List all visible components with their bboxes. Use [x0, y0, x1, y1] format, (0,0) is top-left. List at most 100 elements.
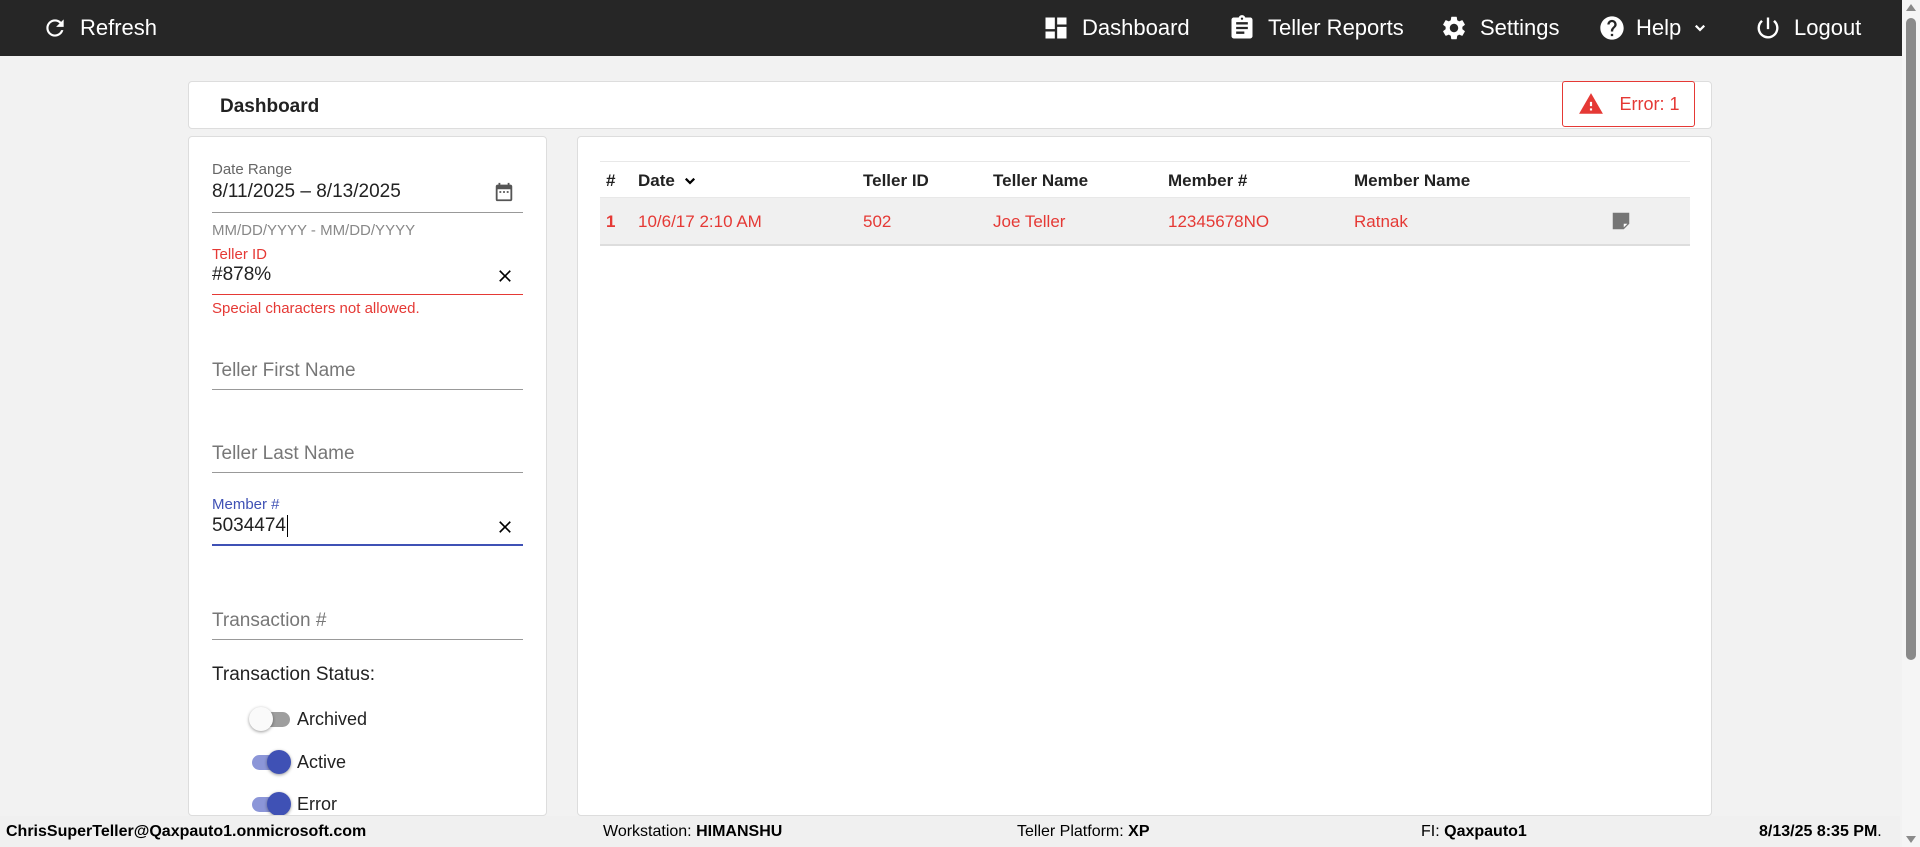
- nav-logout[interactable]: Logout: [1754, 0, 1861, 56]
- error-toggle[interactable]: [249, 792, 291, 815]
- note-icon[interactable]: [1610, 210, 1632, 232]
- row-date: 10/6/17 2:10 AM: [638, 212, 762, 231]
- close-icon[interactable]: [495, 266, 515, 286]
- platform-value: XP: [1128, 823, 1150, 840]
- nav-logout-label: Logout: [1794, 15, 1862, 40]
- date-range-underline: [212, 212, 523, 213]
- member-number-label: Member #: [212, 496, 280, 513]
- table-row[interactable]: 1 10/6/17 2:10 AM 502 Joe Teller 1234567…: [600, 198, 1690, 246]
- nav-settings[interactable]: Settings: [1440, 0, 1560, 56]
- nav-dashboard[interactable]: Dashboard: [1042, 0, 1190, 56]
- nav-dashboard-label: Dashboard: [1082, 15, 1190, 40]
- transaction-number-placeholder: Transaction #: [212, 610, 327, 631]
- status-active-row: Active: [249, 750, 346, 774]
- dashboard-header: Dashboard Error: 1: [188, 81, 1712, 129]
- teller-first-name-placeholder: Teller First Name: [212, 360, 356, 381]
- member-number-underline: [212, 544, 523, 546]
- column-header-member-name[interactable]: Member Name: [1354, 171, 1470, 191]
- teller-id-error: Special characters not allowed.: [212, 300, 420, 317]
- page-title: Dashboard: [220, 96, 320, 117]
- member-number-field[interactable]: Member # 5034474: [212, 496, 523, 548]
- date-range-label: Date Range: [212, 161, 293, 178]
- teller-last-name-placeholder: Teller Last Name: [212, 443, 355, 464]
- scroll-up-arrow-icon[interactable]: [1906, 4, 1916, 11]
- column-header-member-number[interactable]: Member #: [1168, 171, 1247, 191]
- row-member-number: 12345678NO: [1168, 212, 1270, 231]
- row-teller-name: Joe Teller: [993, 212, 1066, 231]
- platform-label: Teller Platform:: [1017, 823, 1124, 840]
- sort-chevron-down-icon: [684, 177, 695, 185]
- status-error-row: Error: [249, 792, 337, 815]
- fi-info: FI: Qaxpauto1: [1421, 823, 1527, 841]
- platform-info: Teller Platform: XP: [1017, 823, 1150, 841]
- teller-id-underline: [212, 294, 523, 295]
- active-label: Active: [297, 751, 347, 772]
- vertical-scrollbar[interactable]: [1902, 0, 1920, 847]
- fi-value: Qaxpauto1: [1444, 823, 1527, 840]
- scroll-down-arrow-icon[interactable]: [1906, 836, 1916, 843]
- error-label: Error: [297, 793, 337, 814]
- nav-settings-label: Settings: [1480, 15, 1560, 40]
- nav-help-menu[interactable]: Help: [1598, 0, 1709, 56]
- dashboard-icon: [1045, 17, 1067, 39]
- error-toggle-knob: [267, 792, 291, 815]
- teller-id-value[interactable]: #878%: [212, 264, 271, 286]
- transaction-status-title: Transaction Status:: [212, 664, 375, 685]
- status-archived-row: Archived: [249, 707, 367, 731]
- archived-label: Archived: [297, 708, 368, 729]
- teller-last-name-field[interactable]: Teller Last Name: [212, 435, 523, 475]
- row-teller-id: 502: [863, 212, 892, 231]
- refresh-icon: [46, 19, 64, 37]
- table-header: # Date Teller ID Teller Name Member # Me…: [600, 161, 1690, 198]
- date-range-hint: MM/DD/YYYY - MM/DD/YYYY: [212, 222, 416, 239]
- chevron-down-icon: [1695, 24, 1706, 32]
- workstation-info: Workstation: HIMANSHU: [603, 823, 782, 841]
- column-header-teller-name[interactable]: Teller Name: [993, 171, 1088, 191]
- close-icon[interactable]: [495, 517, 515, 537]
- teller-first-name-field[interactable]: Teller First Name: [212, 352, 523, 392]
- column-header-number: #: [606, 171, 616, 190]
- warning-icon: [1579, 93, 1604, 114]
- help-icon: [1600, 16, 1624, 40]
- refresh-button[interactable]: Refresh: [42, 0, 157, 56]
- nav-teller-reports-label: Teller Reports: [1268, 15, 1404, 40]
- transactions-table: # Date Teller ID Teller Name Member # Me…: [600, 161, 1690, 246]
- row-number: 1: [606, 212, 616, 231]
- transaction-number-field[interactable]: Transaction #: [212, 602, 523, 642]
- nav-teller-reports[interactable]: Teller Reports: [1228, 0, 1404, 56]
- teller-first-name-underline: [212, 389, 523, 390]
- archived-toggle-knob: [249, 707, 273, 731]
- status-bar: ChrisSuperTeller@Qaxpauto1.onmicrosoft.c…: [0, 816, 1900, 847]
- error-count-button[interactable]: Error: 1: [1562, 81, 1695, 127]
- clipboard-icon: [1231, 15, 1253, 39]
- calendar-icon[interactable]: [493, 181, 515, 203]
- column-header-teller-id[interactable]: Teller ID: [863, 171, 929, 191]
- teller-id-field[interactable]: Teller ID #878%: [212, 246, 523, 296]
- scroll-thumb[interactable]: [1906, 18, 1916, 660]
- top-navigation-bar: Refresh Dashboard Teller Reports Setting…: [0, 0, 1920, 56]
- datetime-value: 8/13/25 8:35 PM: [1759, 823, 1878, 840]
- nav-help-label: Help: [1636, 15, 1682, 40]
- date-range-value[interactable]: 8/11/2025 – 8/13/2025: [212, 181, 401, 203]
- refresh-label: Refresh: [80, 15, 158, 40]
- power-icon: [1757, 17, 1779, 39]
- active-toggle[interactable]: [249, 750, 291, 774]
- member-number-value[interactable]: 5034474: [212, 515, 288, 537]
- active-toggle-knob: [267, 750, 291, 774]
- archived-toggle[interactable]: [249, 707, 290, 731]
- filter-panel: Date Range 8/11/2025 – 8/13/2025 MM/DD/Y…: [188, 136, 547, 816]
- transaction-number-underline: [212, 639, 523, 640]
- teller-id-label: Teller ID: [212, 246, 268, 263]
- workstation-value: HIMANSHU: [696, 823, 783, 840]
- teller-last-name-underline: [212, 472, 523, 473]
- results-panel: # Date Teller ID Teller Name Member # Me…: [577, 136, 1712, 816]
- column-header-date[interactable]: Date: [638, 171, 699, 191]
- fi-label: FI:: [1421, 823, 1440, 840]
- date-range-field[interactable]: Date Range 8/11/2025 – 8/13/2025: [212, 161, 523, 217]
- datetime-suffix: .: [1877, 823, 1882, 840]
- workstation-label: Workstation:: [603, 823, 692, 840]
- column-header-date-label: Date: [638, 171, 675, 190]
- current-user: ChrisSuperTeller@Qaxpauto1.onmicrosoft.c…: [6, 823, 367, 840]
- gear-icon: [1443, 16, 1465, 40]
- error-count-label: Error: 1: [1619, 93, 1680, 114]
